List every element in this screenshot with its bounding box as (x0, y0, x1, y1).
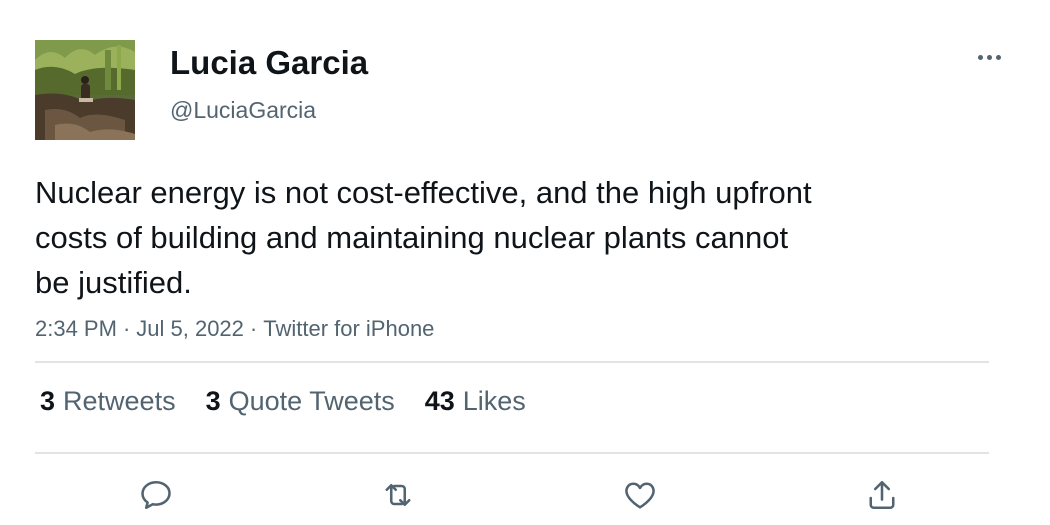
retweets-stat[interactable]: 3 Retweets (40, 386, 176, 417)
avatar[interactable] (35, 40, 135, 140)
tweet-meta: 2:34 PM · Jul 5, 2022 · Twitter for iPhone (35, 316, 434, 342)
more-dot (995, 54, 1001, 60)
divider (35, 452, 989, 454)
meta-separator: · (249, 316, 258, 341)
like-button[interactable] (615, 470, 665, 520)
tweet-date[interactable]: Jul 5, 2022 (136, 316, 244, 341)
share-icon (869, 480, 895, 510)
tweet-source[interactable]: Twitter for iPhone (263, 316, 434, 341)
author-handle[interactable]: @LuciaGarcia (170, 97, 316, 124)
more-options-icon[interactable] (968, 44, 1010, 70)
likes-count: 43 (424, 386, 455, 416)
more-dot (977, 54, 983, 60)
share-button[interactable] (857, 470, 907, 520)
retweets-count: 3 (40, 386, 56, 416)
tweet-text: Nuclear energy is not cost-effective, an… (35, 175, 812, 300)
retweets-label: Retweets (63, 386, 176, 416)
retweet-button[interactable] (373, 470, 423, 520)
avatar-image (35, 40, 135, 140)
action-bar (0, 470, 1050, 520)
retweet-icon (385, 483, 411, 507)
author-display-name[interactable]: Lucia Garcia (170, 44, 368, 82)
likes-label: Likes (462, 386, 526, 416)
reply-button[interactable] (131, 470, 181, 520)
reply-icon (141, 480, 171, 510)
quote-tweets-label: Quote Tweets (228, 386, 395, 416)
quote-tweets-stat[interactable]: 3 Quote Tweets (206, 386, 395, 417)
more-dot (986, 54, 992, 60)
tweet-time[interactable]: 2:34 PM (35, 316, 117, 341)
heart-icon (625, 482, 655, 509)
quote-tweets-count: 3 (205, 386, 221, 416)
meta-separator: · (122, 316, 131, 341)
divider (35, 361, 989, 363)
likes-stat[interactable]: 43 Likes (425, 386, 526, 417)
tweet-stats: 3 Retweets 3 Quote Tweets 43 Likes (40, 386, 526, 417)
